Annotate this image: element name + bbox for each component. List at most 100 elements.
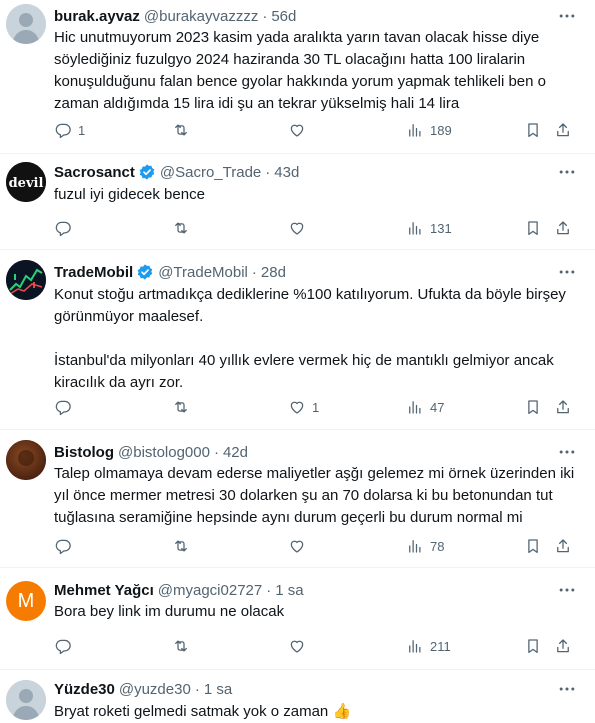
author-handle[interactable]: @burakayvazzzz	[144, 8, 258, 25]
separator-dot: ·	[213, 443, 219, 461]
like-button[interactable]	[288, 118, 306, 142]
tweet[interactable]: Bistolog @bistolog000 · 42d Talep olmama…	[0, 430, 595, 568]
timestamp[interactable]: 42d	[223, 444, 248, 461]
timestamp[interactable]: 43d	[274, 164, 299, 181]
tweet[interactable]: burak.ayvaz @burakayvazzzz · 56d Hic unu…	[0, 0, 595, 154]
svg-text:devil: devil	[9, 176, 44, 191]
like-button[interactable]	[288, 634, 306, 658]
trademobil-logo	[6, 260, 46, 300]
retweet-button[interactable]	[172, 395, 190, 419]
reply-icon	[54, 537, 72, 555]
tweet[interactable]: devil Sacrosanct @Sacro_Trade · 43d fuzu…	[0, 154, 595, 250]
author-name[interactable]: Sacrosanct	[54, 164, 135, 181]
tweet-actions: 1 189	[48, 118, 588, 142]
views-count: 189	[430, 122, 452, 138]
reply-button[interactable]	[54, 395, 72, 419]
like-icon	[288, 637, 306, 655]
like-icon	[288, 121, 306, 139]
tweet-actions: 131	[48, 216, 588, 240]
avatar[interactable]	[6, 4, 46, 44]
timestamp[interactable]: 1 sa	[204, 681, 232, 698]
author-handle[interactable]: @yuzde30	[119, 681, 191, 698]
tweet[interactable]: TradeMobil @TradeMobil · 28d Konut stoğu…	[0, 250, 595, 430]
separator-dot: ·	[265, 163, 271, 181]
reply-button[interactable]	[54, 216, 72, 240]
more-icon[interactable]	[557, 262, 577, 282]
author-handle[interactable]: @bistolog000	[118, 444, 210, 461]
views-button[interactable]: 211	[406, 634, 451, 658]
more-icon[interactable]	[557, 580, 577, 600]
author-name[interactable]: Mehmet Yağcı	[54, 582, 154, 599]
retweet-button[interactable]	[172, 534, 190, 558]
bookmark-icon	[524, 398, 542, 416]
author-name[interactable]: burak.ayvaz	[54, 8, 140, 25]
author-handle[interactable]: @myagci02727	[158, 582, 262, 599]
views-button[interactable]: 47	[406, 395, 444, 419]
verified-badge-icon	[138, 163, 156, 181]
tweet-actions: 78	[48, 534, 588, 558]
reply-icon	[54, 121, 72, 139]
views-button[interactable]: 131	[406, 216, 452, 240]
views-count: 211	[430, 638, 451, 654]
share-button[interactable]	[554, 118, 572, 142]
share-button[interactable]	[554, 395, 572, 419]
separator-dot: ·	[266, 581, 272, 599]
timestamp[interactable]: 56d	[271, 8, 296, 25]
bookmark-button[interactable]	[524, 534, 542, 558]
tweet-text: Bora bey link im durumu ne olacak	[54, 603, 285, 620]
default-profile-icon	[6, 4, 46, 44]
views-button[interactable]: 189	[406, 118, 452, 142]
retweet-icon	[172, 537, 190, 555]
share-icon	[554, 398, 572, 416]
author-name[interactable]: TradeMobil	[54, 264, 133, 281]
reply-count: 1	[78, 122, 86, 138]
views-icon	[406, 637, 424, 655]
like-icon	[288, 537, 306, 555]
more-icon[interactable]	[557, 442, 577, 462]
like-button[interactable]	[288, 534, 306, 558]
author-handle[interactable]: @TradeMobil	[158, 264, 248, 281]
reply-button[interactable]: 1	[54, 118, 85, 142]
reply-icon	[54, 219, 72, 237]
bookmark-button[interactable]	[524, 216, 542, 240]
share-button[interactable]	[554, 634, 572, 658]
bookmark-button[interactable]	[524, 118, 542, 142]
tweet-actions: 1 47	[48, 395, 588, 419]
author-handle[interactable]: @Sacro_Trade	[160, 164, 261, 181]
reply-button[interactable]	[54, 534, 72, 558]
avatar[interactable]	[6, 260, 46, 300]
views-count: 78	[430, 538, 445, 554]
more-icon[interactable]	[557, 679, 577, 699]
retweet-button[interactable]	[172, 216, 190, 240]
timestamp[interactable]: 28d	[261, 264, 286, 281]
retweet-button[interactable]	[172, 634, 190, 658]
author-name[interactable]: Yüzde30	[54, 681, 115, 698]
retweet-icon	[172, 219, 190, 237]
share-button[interactable]	[554, 534, 572, 558]
like-button[interactable]: 1	[288, 395, 319, 419]
share-icon	[554, 121, 572, 139]
retweet-button[interactable]	[172, 118, 190, 142]
views-button[interactable]: 78	[406, 534, 444, 558]
avatar[interactable]	[6, 440, 46, 480]
bookmark-button[interactable]	[524, 395, 542, 419]
views-icon	[406, 537, 424, 555]
avatar[interactable]	[6, 680, 46, 720]
bookmark-icon	[524, 537, 542, 555]
tweet[interactable]: M Mehmet Yağcı @myagci02727 · 1 sa Bora …	[0, 568, 595, 670]
tweet[interactable]: Yüzde30 @yuzde30 · 1 sa Bryat roketi gel…	[0, 670, 595, 720]
share-button[interactable]	[554, 216, 572, 240]
avatar[interactable]: M	[6, 581, 46, 621]
like-button[interactable]	[288, 216, 306, 240]
timestamp[interactable]: 1 sa	[275, 582, 303, 599]
more-icon[interactable]	[557, 6, 577, 26]
bookmark-button[interactable]	[524, 634, 542, 658]
avatar[interactable]: devil	[6, 162, 46, 202]
views-count: 131	[430, 220, 452, 236]
author-name[interactable]: Bistolog	[54, 444, 114, 461]
default-profile-icon	[6, 680, 46, 720]
more-icon[interactable]	[557, 162, 577, 182]
reply-button[interactable]	[54, 634, 72, 658]
views-icon	[406, 219, 424, 237]
tweet-text: fuzul iyi gidecek bence	[54, 186, 205, 203]
